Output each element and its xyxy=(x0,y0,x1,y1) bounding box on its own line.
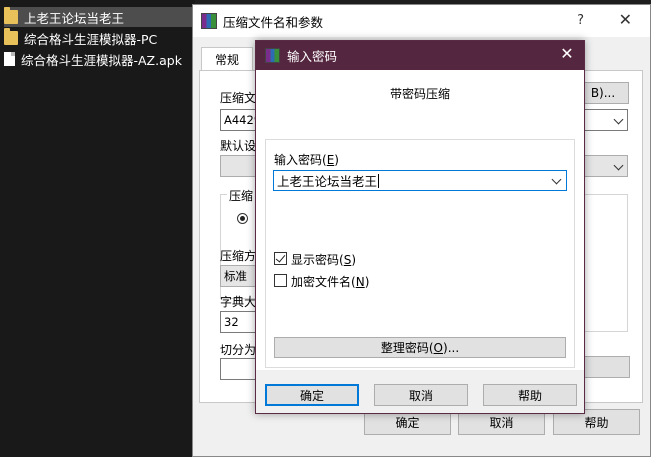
document-icon xyxy=(4,52,15,66)
password-dialog-title: 输入密码 xyxy=(287,49,338,64)
file-item-folder-2[interactable]: 综合格斗生涯模拟器-PC xyxy=(4,28,192,48)
default-profile-label: 默认设 xyxy=(220,139,257,153)
dict-field[interactable]: 32 xyxy=(220,311,260,333)
folder-icon xyxy=(4,28,18,45)
chevron-down-icon[interactable] xyxy=(551,174,562,185)
dict-label: 字典大 xyxy=(220,295,257,309)
close-icon[interactable]: ✕ xyxy=(558,45,576,63)
show-password-checkbox[interactable] xyxy=(274,252,287,265)
encrypt-filenames-label[interactable]: 加密文件名(N) xyxy=(291,273,369,290)
close-icon[interactable]: ✕ xyxy=(619,10,632,29)
archive-name-label: 压缩文 xyxy=(220,91,257,105)
method-label: 压缩方 xyxy=(220,249,257,263)
options-group xyxy=(578,194,628,332)
password-input[interactable]: 上老王论坛当老王 xyxy=(273,170,567,191)
help-icon[interactable]: ? xyxy=(577,13,584,28)
password-dialog: 输入密码 ✕ 带密码压缩 输入密码(E) 上老王论坛当老王 显示密码(S) 加密… xyxy=(255,40,585,414)
password-input-value: 上老王论坛当老王 xyxy=(277,174,378,189)
ok-button[interactable]: 确定 xyxy=(265,384,359,406)
manage-passwords-button[interactable]: 整理密码(O)... xyxy=(274,337,566,358)
password-dialog-heading: 带密码压缩 xyxy=(389,87,450,101)
text-caret xyxy=(378,173,380,188)
file-item-label: 综合格斗生涯模拟器-AZ.apk xyxy=(21,52,182,68)
archive-params-title: 压缩文件名和参数 xyxy=(223,14,324,30)
enter-password-label: 输入密码(E) xyxy=(274,153,339,167)
cancel-button[interactable]: 取消 xyxy=(374,384,468,406)
file-item-label: 上老王论坛当老王 xyxy=(24,10,125,26)
archive-name-dropdown[interactable] xyxy=(578,109,628,131)
file-item-label: 综合格斗生涯模拟器-PC xyxy=(24,31,158,47)
chevron-down-icon xyxy=(613,114,624,125)
tab-general[interactable]: 常规 xyxy=(201,47,253,71)
winrar-icon xyxy=(265,48,280,63)
file-explorer: 上老王论坛当老王 综合格斗生涯模拟器-PC 综合格斗生涯模拟器-AZ.apk xyxy=(0,0,195,457)
file-item-folder-1[interactable]: 上老王论坛当老王 xyxy=(4,7,192,27)
split-button[interactable] xyxy=(578,356,630,378)
split-label: 切分为 xyxy=(220,343,257,357)
file-item-apk[interactable]: 综合格斗生涯模拟器-AZ.apk xyxy=(4,49,192,69)
archive-name-field[interactable]: A4429 xyxy=(220,109,260,131)
split-field[interactable] xyxy=(220,358,260,380)
help-button[interactable]: 帮助 xyxy=(483,384,577,406)
show-password-label[interactable]: 显示密码(S) xyxy=(291,251,356,268)
profile-combo[interactable] xyxy=(220,155,260,177)
chevron-down-icon xyxy=(613,160,624,171)
archive-params-titlebar: 压缩文件名和参数 ? ✕ xyxy=(193,5,650,37)
method-combo[interactable]: 标准 xyxy=(220,265,260,287)
folder-icon xyxy=(4,7,18,24)
encrypt-filenames-checkbox[interactable] xyxy=(274,274,287,287)
format-radio[interactable] xyxy=(237,213,248,224)
profile-combo-right[interactable] xyxy=(578,155,628,177)
winrar-icon xyxy=(201,13,217,29)
password-dialog-titlebar: 输入密码 ✕ xyxy=(256,41,584,70)
